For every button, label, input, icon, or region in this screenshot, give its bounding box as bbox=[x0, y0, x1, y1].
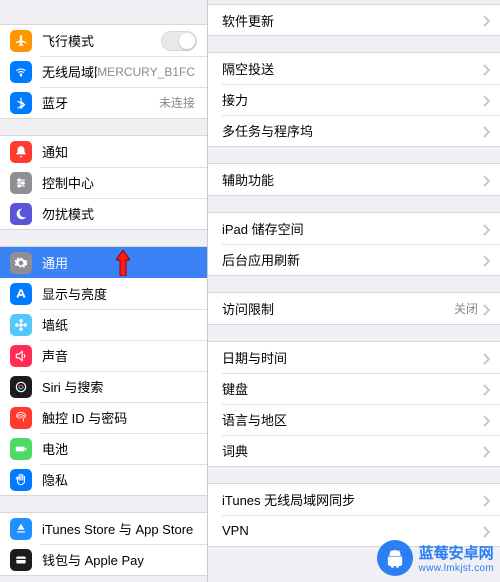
wifi-icon bbox=[10, 61, 32, 83]
settings-row-dictionary[interactable]: 词典 bbox=[208, 435, 500, 466]
settings-row-label: 日期与时间 bbox=[222, 348, 482, 367]
sidebar-item-do-not-disturb[interactable]: 勿扰模式 bbox=[0, 198, 207, 229]
general-settings-pane: 软件更新隔空投送接力多任务与程序坞辅助功能iPad 储存空间后台应用刷新访问限制… bbox=[208, 0, 500, 582]
settings-row-label: 辅助功能 bbox=[222, 170, 482, 189]
sidebar-item-label: 无线局域网 bbox=[42, 62, 97, 81]
settings-row-label: VPN bbox=[222, 523, 482, 538]
speaker-icon bbox=[10, 345, 32, 367]
settings-row-label: 键盘 bbox=[222, 379, 482, 398]
sidebar-item-label: 隐私 bbox=[42, 470, 197, 489]
settings-row-airdrop[interactable]: 隔空投送 bbox=[208, 53, 500, 84]
settings-row-itunes-wifi-sync[interactable]: iTunes 无线局域网同步 bbox=[208, 484, 500, 515]
bell-icon bbox=[10, 141, 32, 163]
sidebar-item-label: 飞行模式 bbox=[42, 31, 161, 50]
chevron-right-icon bbox=[482, 352, 490, 364]
sidebar-item-touchid[interactable]: 触控 ID 与密码 bbox=[0, 402, 207, 433]
sidebar-item-label: 蓝牙 bbox=[42, 93, 159, 112]
settings-row-label: 词典 bbox=[222, 441, 482, 460]
finger-icon bbox=[10, 407, 32, 429]
sidebar-item-label: iTunes Store 与 App Store bbox=[42, 519, 197, 538]
chevron-right-icon bbox=[482, 254, 490, 266]
sidebar-item-label: Siri 与搜索 bbox=[42, 377, 197, 396]
sidebar-item-label: 电池 bbox=[42, 439, 197, 458]
sidebar-item-bluetooth[interactable]: 蓝牙未连接 bbox=[0, 87, 207, 118]
settings-row-ipad-storage[interactable]: iPad 储存空间 bbox=[208, 213, 500, 244]
sidebar-item-label: 勿扰模式 bbox=[42, 204, 197, 223]
chevron-right-icon bbox=[482, 494, 490, 506]
settings-row-label: 后台应用刷新 bbox=[222, 250, 482, 269]
sidebar-item-display[interactable]: 显示与亮度 bbox=[0, 278, 207, 309]
sidebar-item-label: 钱包与 Apple Pay bbox=[42, 550, 197, 569]
appstore-icon bbox=[10, 518, 32, 540]
sidebar-item-battery[interactable]: 电池 bbox=[0, 433, 207, 464]
chevron-right-icon bbox=[482, 94, 490, 106]
settings-row-label: iTunes 无线局域网同步 bbox=[222, 490, 482, 509]
chevron-right-icon bbox=[482, 63, 490, 75]
sliders-icon bbox=[10, 172, 32, 194]
settings-row-background-refresh[interactable]: 后台应用刷新 bbox=[208, 244, 500, 275]
sidebar-item-label: 控制中心 bbox=[42, 173, 197, 192]
sidebar-item-label: 声音 bbox=[42, 346, 197, 365]
sidebar-item-label: 通知 bbox=[42, 142, 197, 161]
siri-icon bbox=[10, 376, 32, 398]
sidebar-item-airplane-mode[interactable]: 飞行模式 bbox=[0, 25, 207, 56]
settings-row-label: 语言与地区 bbox=[222, 410, 482, 429]
settings-sidebar: 飞行模式无线局域网MERCURY_B1FC蓝牙未连接通知控制中心勿扰模式通用显示… bbox=[0, 0, 208, 582]
sidebar-item-notifications[interactable]: 通知 bbox=[0, 136, 207, 167]
gear-icon bbox=[10, 252, 32, 274]
moon-icon bbox=[10, 203, 32, 225]
chevron-right-icon bbox=[482, 383, 490, 395]
wallet-icon bbox=[10, 549, 32, 571]
chevron-right-icon bbox=[482, 303, 490, 315]
settings-row-label: iPad 储存空间 bbox=[222, 219, 482, 238]
sidebar-item-label: 墙纸 bbox=[42, 315, 197, 334]
settings-row-accessibility[interactable]: 辅助功能 bbox=[208, 164, 500, 195]
battery-icon bbox=[10, 438, 32, 460]
chevron-right-icon bbox=[482, 174, 490, 186]
sidebar-item-privacy[interactable]: 隐私 bbox=[0, 464, 207, 495]
sidebar-item-sounds[interactable]: 声音 bbox=[0, 340, 207, 371]
chevron-right-icon bbox=[482, 223, 490, 235]
watermark: 蓝莓安卓网 www.lmkjst.com bbox=[377, 540, 494, 576]
settings-row-restrictions[interactable]: 访问限制关闭 bbox=[208, 293, 500, 324]
sidebar-item-label: 显示与亮度 bbox=[42, 284, 197, 303]
sidebar-item-label: 触控 ID 与密码 bbox=[42, 408, 197, 427]
settings-row-label: 隔空投送 bbox=[222, 59, 482, 78]
sidebar-item-wifi[interactable]: 无线局域网MERCURY_B1FC bbox=[0, 56, 207, 87]
sidebar-item-itunes-appstore[interactable]: iTunes Store 与 App Store bbox=[0, 513, 207, 544]
settings-row-software-update[interactable]: 软件更新 bbox=[208, 4, 500, 35]
settings-row-label: 访问限制 bbox=[222, 299, 454, 318]
sidebar-item-control-center[interactable]: 控制中心 bbox=[0, 167, 207, 198]
settings-row-date-time[interactable]: 日期与时间 bbox=[208, 342, 500, 373]
sidebar-item-general[interactable]: 通用 bbox=[0, 247, 207, 278]
settings-row-detail: 关闭 bbox=[454, 300, 478, 317]
settings-row-label: 多任务与程序坞 bbox=[222, 121, 482, 140]
settings-row-label: 软件更新 bbox=[222, 11, 482, 30]
sidebar-item-detail: MERCURY_B1FC bbox=[97, 65, 195, 79]
bluetooth-icon bbox=[10, 92, 32, 114]
settings-row-label: 接力 bbox=[222, 90, 482, 109]
sidebar-item-wallet[interactable]: 钱包与 Apple Pay bbox=[0, 544, 207, 575]
sidebar-item-detail: 未连接 bbox=[159, 94, 195, 111]
chevron-right-icon bbox=[482, 414, 490, 426]
watermark-url: www.lmkjst.com bbox=[419, 563, 494, 574]
flower-icon bbox=[10, 314, 32, 336]
callout-arrow-icon bbox=[116, 250, 130, 276]
textsize-icon bbox=[10, 283, 32, 305]
settings-row-language-region[interactable]: 语言与地区 bbox=[208, 404, 500, 435]
hand-icon bbox=[10, 469, 32, 491]
chevron-right-icon bbox=[482, 125, 490, 137]
settings-row-multitasking[interactable]: 多任务与程序坞 bbox=[208, 115, 500, 146]
sidebar-item-siri[interactable]: Siri 与搜索 bbox=[0, 371, 207, 402]
chevron-right-icon bbox=[482, 525, 490, 537]
settings-row-keyboard[interactable]: 键盘 bbox=[208, 373, 500, 404]
android-icon bbox=[377, 540, 413, 576]
settings-row-handoff[interactable]: 接力 bbox=[208, 84, 500, 115]
sidebar-item-wallpaper[interactable]: 墙纸 bbox=[0, 309, 207, 340]
airplane-mode-toggle[interactable] bbox=[161, 31, 197, 51]
chevron-right-icon bbox=[482, 445, 490, 457]
watermark-title: 蓝莓安卓网 bbox=[419, 542, 494, 563]
chevron-right-icon bbox=[482, 14, 490, 26]
airplane-icon bbox=[10, 30, 32, 52]
